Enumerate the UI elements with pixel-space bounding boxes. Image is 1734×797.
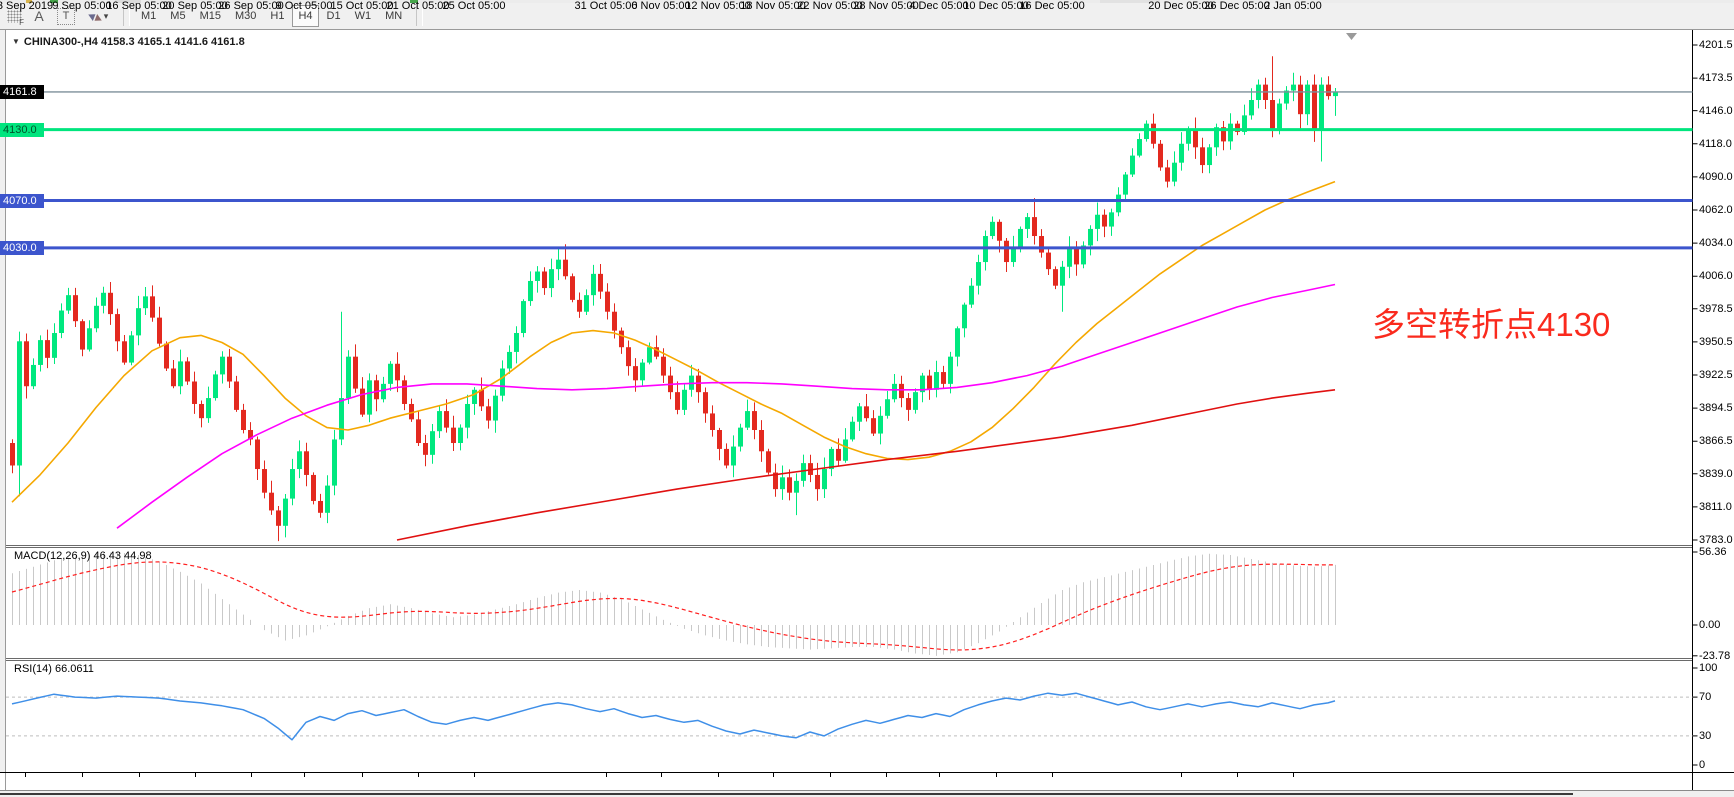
rsi-tick-label: 30: [1699, 730, 1711, 742]
date-tick-label: 6 Nov 05:00: [631, 0, 690, 12]
price-tick-label: 3978.5: [1699, 303, 1733, 315]
rsi-tick-label: 100: [1699, 662, 1717, 674]
date-tick-label: 15 Oct 05:00: [331, 0, 394, 12]
date-tick-label: 4 Dec 05:00: [909, 0, 968, 12]
date-tick-label: 18 Nov 05:00: [740, 0, 805, 12]
date-tick-label: 26 Dec 05:00: [1204, 0, 1269, 12]
grid-f-letter: F: [19, 18, 24, 27]
window-bottom-frame: [0, 790, 1734, 797]
price-tick-label: 4201.5: [1699, 39, 1733, 51]
pivot-line-badge: 4130.0: [0, 123, 44, 137]
date-tick-label: 21 Oct 05:00: [387, 0, 450, 12]
price-tick-label: 3894.5: [1699, 402, 1733, 414]
price-tick-label: 3811.0: [1699, 501, 1732, 513]
price-tick-label: 4006.0: [1699, 270, 1733, 282]
date-tick-label: 3 Sep 2019: [0, 0, 53, 12]
symbol-ohlc-text: CHINA300-,H4 4158.3 4165.1 4141.6 4161.8: [24, 36, 245, 48]
price-tick-label: 3783.0: [1699, 534, 1733, 546]
mt4-chart-window: F A T ▾ M1M5M15M30H1H4D1W1MN 4201.54173.…: [0, 0, 1734, 797]
macd-indicator-label: MACD(12,26,9) 46.43 44.98: [14, 550, 152, 562]
date-axis[interactable]: [0, 772, 1734, 790]
date-tick-label: 26 Sep 05:00: [218, 0, 283, 12]
current-price-line-badge: 4161.8: [0, 85, 44, 99]
date-tick-label: 31 Oct 05:00: [575, 0, 638, 12]
rsi-tick-label: 0: [1699, 759, 1705, 771]
price-tick-label: 3950.5: [1699, 336, 1733, 348]
date-tick-label: 9 Sep 05:00: [52, 0, 111, 12]
price-tick-label: 4034.0: [1699, 237, 1733, 249]
rsi-tick-label: 70: [1699, 691, 1711, 703]
symbol-title[interactable]: ▼ CHINA300-,H4 4158.3 4165.1 4141.6 4161.…: [12, 36, 245, 48]
date-tick-label: 25 Oct 05:00: [443, 0, 506, 12]
price-tick-label: 4090.0: [1699, 171, 1733, 183]
tiled-window-edge: [0, 793, 1573, 795]
rsi-indicator-label: RSI(14) 66.0611: [14, 663, 94, 675]
chart-surface[interactable]: [6, 30, 1734, 772]
date-tick-label: 9 Oct 05:00: [276, 0, 333, 12]
macd-tick-label: 56.36: [1699, 546, 1727, 558]
date-tick-label: 2 Jan 05:00: [1264, 0, 1322, 12]
chevron-down-icon: ▾: [104, 11, 109, 22]
macd-tick-label: 0.00: [1699, 619, 1720, 631]
date-tick-label: 16 Dec 05:00: [1019, 0, 1084, 12]
macd-tick-label: -23.78: [1699, 650, 1730, 662]
support-line-2-badge: 4030.0: [0, 241, 44, 255]
price-tick-label: 3839.0: [1699, 468, 1733, 480]
price-tick-label: 3922.5: [1699, 369, 1733, 381]
price-tick-label: 4118.0: [1699, 138, 1732, 150]
support-line-1-badge: 4070.0: [0, 194, 44, 208]
symbol-dropdown-icon: ▼: [12, 37, 20, 46]
price-tick-label: 3866.5: [1699, 435, 1733, 447]
price-tick-label: 4146.0: [1699, 105, 1733, 117]
price-tick-label: 4173.5: [1699, 72, 1733, 84]
chart-annotation-text: 多空转折点4130: [1372, 306, 1610, 343]
price-tick-label: 4062.0: [1699, 204, 1733, 216]
